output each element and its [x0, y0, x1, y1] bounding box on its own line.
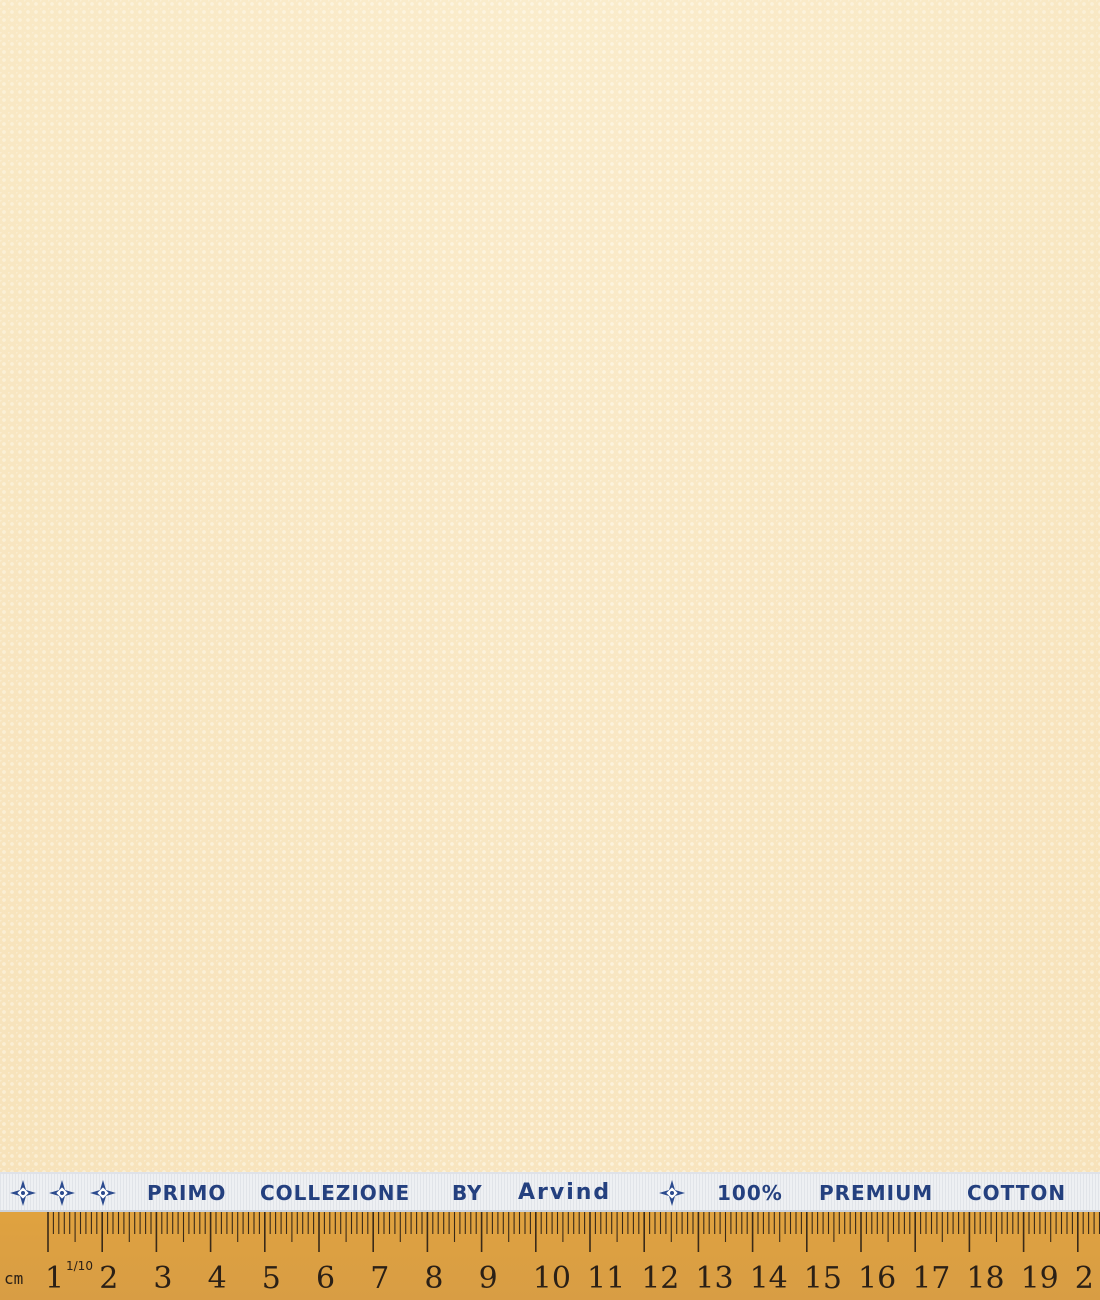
arvind-logo: Arvind [518, 1180, 612, 1205]
ruler-fraction-label: 1/10 [66, 1259, 93, 1273]
ruler-label: 1 [45, 1261, 64, 1296]
selvedge-word-by: BY [452, 1181, 483, 1205]
ruler-label: 8 [424, 1261, 443, 1296]
ruler-label: 10 [533, 1261, 571, 1296]
ruler-label: 2 [99, 1261, 118, 1296]
ruler-label: 16 [858, 1261, 896, 1296]
ruler-label: 15 [804, 1261, 842, 1296]
ruler-label: 11 [587, 1261, 625, 1296]
ruler-label: 4 [208, 1261, 227, 1296]
ruler-scale: 1 2 3 4 5 6 7 8 9 10 11 12 13 14 15 16 17 18 19 2 cm 1/10 [4, 1212, 1100, 1296]
ruler-label: 13 [695, 1261, 733, 1296]
selvedge-word-collezione: COLLEZIONE [260, 1181, 411, 1205]
diamond-star-icon [10, 1180, 36, 1206]
diamond-star-icon [49, 1180, 75, 1206]
diamond-star-icon [659, 1180, 685, 1206]
ruler-label: 7 [370, 1261, 389, 1296]
selvedge-word-primo: PRIMO [147, 1181, 227, 1205]
ruler-label: 12 [641, 1261, 679, 1296]
fabric-shading [0, 0, 1100, 1172]
selvedge-band: PRIMO COLLEZIONE BY Arvind 100% PREMIUM … [0, 1172, 1100, 1212]
ruler-label: 2 [1075, 1261, 1094, 1296]
ruler-label: 19 [1021, 1261, 1059, 1296]
ruler-label: 17 [912, 1261, 950, 1296]
ruler-label: 9 [479, 1261, 498, 1296]
ruler-label: 14 [750, 1261, 788, 1296]
ruler-label: 6 [316, 1261, 335, 1296]
measuring-ruler: 1 2 3 4 5 6 7 8 9 10 11 12 13 14 15 16 17 18 19 2 cm 1/10 [0, 1212, 1100, 1300]
ruler-label: 3 [153, 1261, 172, 1296]
ruler-unit-label: cm [4, 1269, 23, 1288]
diamond-star-icon [90, 1180, 116, 1206]
selvedge-word-premium: PREMIUM [819, 1181, 934, 1205]
ruler-label: 18 [966, 1261, 1004, 1296]
selvedge-word-cotton: COTTON [967, 1181, 1067, 1205]
selvedge-word-100-percent: 100% [717, 1181, 783, 1205]
ruler-label: 5 [262, 1261, 281, 1296]
